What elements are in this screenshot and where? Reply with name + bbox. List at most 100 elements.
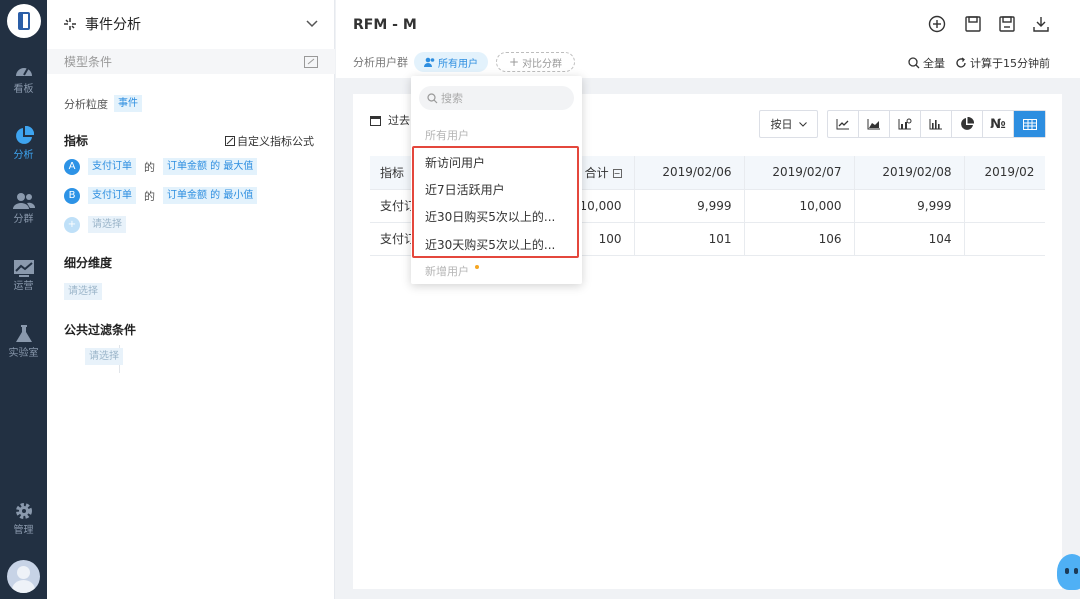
add-metric-select[interactable]: 请选择 [88, 216, 126, 233]
user-group-value: 所有用户 [438, 58, 478, 70]
dropdown-item[interactable]: 近7日活跃用户 [425, 181, 505, 198]
download-icon[interactable] [1032, 15, 1050, 33]
compare-group-label: 对比分群 [522, 58, 563, 70]
table-cell: 9,999 [634, 189, 745, 223]
nav-label: 分群 [13, 214, 34, 225]
chart-type-bar-line[interactable] [890, 111, 921, 137]
add-icon[interactable] [928, 15, 946, 33]
calc-actions: 全量 计算于15分钟前 [908, 55, 1050, 71]
operation-icon [13, 260, 34, 277]
dashboard-icon [15, 67, 32, 76]
main-nav: 看板 分析 分群 运营 实验室 管理 [0, 0, 47, 599]
custom-formula-link[interactable]: 自定义指标公式 [225, 133, 314, 149]
granularity-row: 分析粒度 事件 [64, 95, 142, 112]
filter-row: 请选择 [85, 348, 123, 365]
metric-property-chip[interactable]: 订单金额 的 最小值 [163, 187, 258, 204]
chart-type-table[interactable] [1014, 111, 1045, 137]
chevron-down-icon[interactable] [306, 20, 318, 28]
metric-connector: 的 [144, 160, 155, 174]
granularity-select[interactable]: 按日 [759, 110, 818, 138]
nav-item-analysis[interactable]: 分析 [0, 126, 47, 162]
app-logo[interactable] [7, 4, 41, 38]
table-header-cell[interactable]: 2019/02 [964, 156, 1045, 190]
new-dot-icon [475, 265, 479, 269]
line-chart-icon [836, 119, 849, 130]
table-header-cell[interactable]: 2019/02/06 [634, 156, 745, 190]
edit-icon[interactable] [304, 55, 318, 68]
granularity-chip[interactable]: 事件 [114, 95, 142, 112]
users-icon [12, 193, 35, 209]
metric-property-chip[interactable]: 订单金额 的 最大值 [163, 158, 258, 175]
search-icon[interactable] [908, 57, 920, 69]
mascot-eye [1074, 568, 1078, 574]
breakdown-select[interactable]: 请选择 [64, 283, 102, 300]
dropdown-item-current[interactable]: 所有用户 [425, 127, 469, 143]
new-group-label: 新增用户 [425, 265, 469, 278]
analysis-config-panel: 事件分析 模型条件 分析粒度 事件 指标 自定义指标公式 A 支付订单 的 订单… [47, 0, 335, 599]
top-bar: RFM - M 分析用户群 所有用户 + 对比分群 全量 计算于15分钟前 [336, 0, 1080, 78]
nav-label: 分析 [13, 150, 34, 161]
panel-header[interactable]: 事件分析 [63, 14, 318, 34]
chart-type-pie[interactable] [952, 111, 983, 137]
bar-chart-icon [929, 119, 942, 130]
metric-add-row: + 请选择 [64, 216, 126, 233]
user-group-dropdown: 搜索 所有用户 新访问用户 近7日活跃用户 近30日购买5次以上的... 近30… [411, 76, 582, 284]
add-metric-button[interactable]: + [64, 216, 80, 233]
metric-event-chip[interactable]: 支付订单 [88, 158, 136, 175]
breakdown-row: 请选择 [64, 283, 102, 300]
table-cell: 10,000 [744, 189, 855, 223]
metric-event-chip[interactable]: 支付订单 [88, 187, 136, 204]
chart-type-number[interactable]: № [983, 111, 1014, 137]
nav-label: 实验室 [8, 348, 39, 359]
dropdown-search[interactable]: 搜索 [419, 86, 574, 110]
flask-icon [15, 325, 32, 342]
custom-formula-label: 自定义指标公式 [237, 135, 314, 148]
save-as-icon[interactable] [998, 15, 1016, 33]
metrics-title: 指标 [64, 134, 89, 148]
search-placeholder: 搜索 [441, 92, 463, 105]
mascot-eye [1065, 568, 1069, 574]
full-data-label[interactable]: 全量 [923, 55, 945, 71]
dropdown-new-group[interactable]: 新增用户 [425, 263, 479, 279]
table-header-cell[interactable]: 2019/02/08 [854, 156, 965, 190]
user-group-selector[interactable]: 所有用户 [414, 52, 488, 72]
number-icon: № [990, 116, 1006, 132]
chart-type-bar[interactable] [921, 111, 952, 137]
metrics-heading: 指标 [64, 132, 88, 149]
compare-group-button[interactable]: + 对比分群 [496, 52, 576, 72]
nav-label: 看板 [13, 84, 34, 95]
nav-label: 管理 [13, 525, 34, 536]
breakdown-title: 细分维度 [64, 256, 113, 270]
dropdown-item[interactable]: 近30天购买5次以上的... [425, 236, 555, 253]
table-header-cell[interactable]: 2019/02/07 [744, 156, 855, 190]
granularity-select-value: 按日 [770, 118, 793, 131]
nav-item-lab[interactable]: 实验室 [0, 324, 47, 360]
help-mascot-icon[interactable] [1057, 554, 1080, 590]
model-conditions-row: 模型条件 [47, 49, 335, 74]
metric-row-b: B 支付订单 的 订单金额 的 最小值 [64, 187, 258, 204]
chart-type-line[interactable] [828, 111, 859, 137]
user-icon [424, 57, 435, 67]
model-conditions-label: 模型条件 [64, 55, 113, 69]
nav-item-settings[interactable]: 管理 [0, 501, 47, 537]
nav-item-segments[interactable]: 分群 [0, 192, 47, 226]
filter-select[interactable]: 请选择 [85, 348, 123, 365]
nav-item-dashboard[interactable]: 看板 [0, 62, 47, 96]
dropdown-item[interactable]: 新访问用户 [425, 154, 485, 171]
table-icon [1022, 118, 1037, 130]
refresh-icon[interactable] [955, 57, 967, 69]
table-cell [964, 189, 1045, 223]
date-range-button[interactable]: 过去 [370, 112, 410, 128]
nav-item-operations[interactable]: 运营 [0, 259, 47, 293]
search-icon [427, 92, 438, 103]
plus-icon: + [509, 55, 520, 69]
formula-icon [225, 136, 235, 146]
metric-row-a: A 支付订单 的 订单金额 的 最大值 [64, 158, 258, 175]
chart-type-area[interactable] [859, 111, 890, 137]
calc-time-label: 计算于15分钟前 [970, 57, 1050, 70]
dropdown-item[interactable]: 近30日购买5次以上的... [425, 208, 555, 225]
save-icon[interactable] [964, 15, 982, 33]
avatar-head [17, 566, 30, 579]
filter-heading: 公共过滤条件 [64, 321, 136, 338]
avatar[interactable] [7, 560, 40, 593]
